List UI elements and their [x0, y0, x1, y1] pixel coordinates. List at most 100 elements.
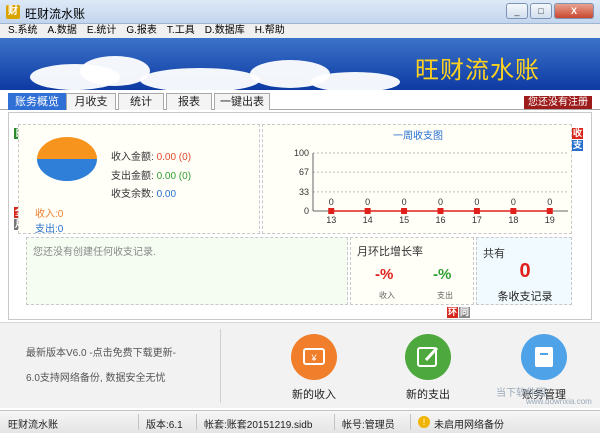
y-tick-label: 33 — [299, 187, 309, 197]
menu-system[interactable]: S.系统 — [8, 24, 37, 38]
menu-reports[interactable]: G.报表 — [126, 24, 157, 38]
register-notice[interactable]: 您还没有注册 — [524, 96, 592, 109]
x-tick-label: 13 — [326, 215, 336, 225]
tab-overview[interactable]: 账务概览 — [8, 93, 66, 110]
income-tag[interactable]: 收 — [572, 128, 583, 139]
x-tick-label: 15 — [399, 215, 409, 225]
growth-title: 月环比增长率 — [357, 246, 423, 258]
data-point — [510, 208, 517, 214]
cloud-decoration — [140, 68, 260, 90]
status-user: 帐号:管理员 — [342, 420, 395, 431]
x-tick-label: 17 — [472, 215, 482, 225]
yoy-tag[interactable]: 同 — [459, 307, 470, 318]
data-label: 0 — [438, 197, 443, 207]
data-label: 0 — [329, 197, 334, 207]
data-point — [473, 208, 480, 214]
cloud-decoration — [310, 72, 400, 90]
expense-amount-label: 支出金额: — [111, 171, 154, 182]
tab-export[interactable]: 一键出表 — [214, 93, 270, 110]
status-account-book: 帐套:账套20151219.sidb — [204, 420, 313, 431]
status-bar: 旺财流水账 版本:6.1 帐套:账套20151219.sidb 帐号:管理员 !… — [0, 410, 600, 433]
update-link[interactable]: 最新版本V6.0 -点击免费下载更新- — [26, 344, 176, 359]
y-tick-label: 100 — [294, 148, 309, 158]
expense-growth-value: -% — [433, 266, 452, 283]
new-income-label: 新的收入 — [292, 389, 336, 401]
bottom-divider — [220, 329, 221, 403]
title-bar: 财 旺财流水账 _ □ X — [0, 0, 600, 24]
data-label: 0 — [474, 197, 479, 207]
data-point — [401, 208, 408, 214]
x-tick-label: 14 — [363, 215, 373, 225]
summary-panel: 收入金额: 0.00 (0) 支出金额: 0.00 (0) 收支余数: 0.00… — [18, 124, 260, 235]
tab-stats[interactable]: 统计 — [118, 93, 164, 110]
weekly-line-chart: 一周收支图 100 67 33 0 13 14 15 16 17 18 19 0 0 0 0 0 0 0 — [294, 129, 568, 225]
wallet-icon: ¥ — [291, 334, 337, 380]
x-tick-label: 18 — [508, 215, 518, 225]
folder-icon — [521, 334, 567, 380]
maximize-button[interactable]: □ — [530, 3, 552, 19]
total-caption: 条收支记录 — [497, 291, 553, 303]
total-title: 共有 — [483, 248, 505, 260]
edit-icon — [405, 334, 451, 380]
pie-expense-slice — [37, 159, 97, 181]
menu-database[interactable]: D.数据库 — [205, 24, 245, 38]
growth-panel: 月环比增长率 -% -% 收入 支出 — [350, 237, 474, 305]
expense-tag[interactable]: 支 — [572, 140, 583, 151]
new-expense-label: 新的支出 — [406, 389, 450, 401]
data-label: 0 — [547, 197, 552, 207]
menu-bar: S.系统 A.数据 E.统计 G.报表 T.工具 D.数据库 H.帮助 — [0, 24, 600, 38]
chart-title: 一周收支图 — [393, 129, 443, 142]
summary-pie-chart — [37, 137, 97, 181]
window-title: 旺财流水账 — [25, 7, 86, 21]
data-label: 0 — [365, 197, 370, 207]
data-label: 0 — [402, 197, 407, 207]
tab-reports[interactable]: 报表 — [166, 93, 212, 110]
data-point — [437, 208, 444, 214]
svg-text:¥: ¥ — [310, 353, 317, 363]
menu-tools[interactable]: T.工具 — [167, 24, 195, 38]
menu-help[interactable]: H.帮助 — [255, 24, 285, 38]
y-tick-label: 67 — [299, 167, 309, 177]
income-growth-label: 收入 — [379, 291, 395, 300]
warning-icon: ! — [418, 416, 430, 428]
status-app-name: 旺财流水账 — [8, 420, 58, 431]
total-count: 0 — [519, 260, 531, 282]
menu-stats[interactable]: E.统计 — [87, 24, 116, 38]
close-button[interactable]: X — [554, 3, 594, 19]
tab-monthly[interactable]: 月收支 — [66, 93, 116, 110]
expense-amount-value: 0.00 (0) — [156, 171, 192, 182]
watermark-url: www.downxia.com — [526, 397, 592, 406]
menu-data[interactable]: A.数据 — [47, 24, 76, 38]
status-backup: 未启用网络备份 — [434, 420, 504, 431]
new-income-button[interactable]: ¥ 新的收入 — [274, 334, 354, 402]
minimize-button[interactable]: _ — [506, 3, 528, 19]
status-version: 版本:6.1 — [146, 420, 183, 431]
pie-income-slice — [37, 137, 97, 159]
expense-growth-label: 支出 — [437, 291, 453, 300]
banner: 旺财流水账 — [0, 38, 600, 90]
total-records-panel: 共有 0 条收支记录 — [476, 237, 572, 305]
weekly-chart-panel: 一周收支图 100 67 33 0 13 14 15 16 17 18 19 0 0 0 0 0 0 0 — [262, 124, 572, 234]
x-tick-label: 16 — [435, 215, 445, 225]
data-point — [328, 208, 335, 214]
balance-value: 0.00 — [156, 189, 177, 200]
data-point — [546, 208, 553, 214]
new-expense-button[interactable]: 新的支出 — [388, 334, 468, 402]
data-label: 0 — [511, 197, 516, 207]
income-amount-value: 0.00 (0) — [156, 152, 192, 163]
income-amount-label: 收入金额: — [111, 152, 154, 163]
income-count: 收入:0 — [35, 209, 64, 220]
records-panel: 您还没有创建任何收支记录. — [26, 237, 348, 305]
expense-count: 支出:0 — [35, 224, 64, 235]
app-icon: 财 — [6, 5, 20, 19]
y-tick-label: 0 — [304, 206, 309, 216]
x-tick-label: 19 — [545, 215, 555, 225]
tab-bar: 账务概览 月收支 统计 报表 一键出表 您还没有注册 — [0, 90, 600, 110]
backup-info: 6.0支持网络备份, 数据安全无忧 — [26, 373, 166, 384]
banner-title: 旺财流水账 — [415, 56, 540, 84]
mom-tag[interactable]: 环 — [447, 307, 458, 318]
data-point — [364, 208, 371, 214]
no-records-text: 您还没有创建任何收支记录. — [33, 247, 156, 258]
income-growth-value: -% — [375, 266, 394, 283]
balance-label: 收支余数: — [111, 189, 154, 200]
